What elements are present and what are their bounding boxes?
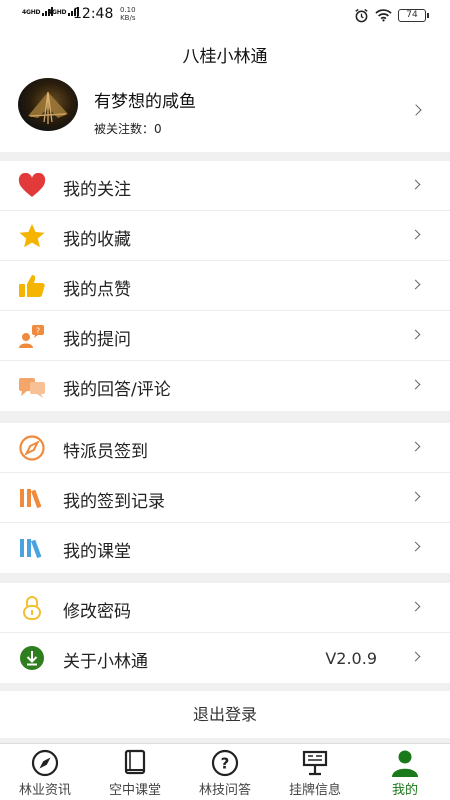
- tab-forestry-news[interactable]: 林业资讯: [0, 744, 90, 800]
- avatar-image: [28, 91, 68, 124]
- menu-label: 我的签到记录: [63, 492, 165, 512]
- chevron-right-icon: [410, 279, 421, 290]
- follower-count: 被关注数：0: [94, 122, 162, 136]
- chevron-right-icon: [410, 379, 421, 390]
- tab-qa[interactable]: ? 林技问答: [180, 744, 270, 800]
- avatar[interactable]: [18, 78, 78, 131]
- compass-icon: [19, 435, 45, 461]
- books-blue-icon: [20, 539, 42, 559]
- user-icon: [392, 750, 418, 777]
- app-version: V2.0.9: [325, 649, 377, 668]
- download-circle-icon: [20, 646, 44, 670]
- menu-item-my-classes[interactable]: 我的课堂: [0, 523, 450, 573]
- menu-item-my-favorites[interactable]: 我的收藏: [0, 211, 450, 261]
- lock-icon: [23, 596, 41, 620]
- menu-label: 我的关注: [63, 180, 131, 200]
- chevron-right-icon: [410, 601, 421, 612]
- page-title: 八桂小林通: [182, 47, 268, 67]
- signboard-icon: [302, 750, 328, 776]
- menu-group-learning: 特派员签到 我的签到记录 我的课堂: [0, 423, 450, 573]
- wifi-icon: [375, 9, 392, 22]
- tab-label: 林技问答: [198, 783, 251, 798]
- tab-air-classroom[interactable]: 空中课堂: [90, 744, 180, 800]
- chevron-right-icon: [410, 329, 421, 340]
- star-icon: [19, 224, 45, 248]
- menu-item-my-likes[interactable]: 我的点赞: [0, 261, 450, 311]
- tab-label: 我的: [391, 783, 418, 798]
- status-bar: 4GHD 4GHD 12:48 0.10 KB/s 74: [0, 0, 450, 30]
- menu-group-activity: 我的关注 我的收藏 我的点赞 ? 我的提问 我的回答/评论: [0, 161, 450, 411]
- chevron-right-icon: [410, 104, 422, 116]
- tab-listings[interactable]: 挂牌信息: [270, 744, 360, 800]
- tab-label: 空中课堂: [108, 783, 161, 798]
- chevron-right-icon: [410, 541, 421, 552]
- menu-label: 修改密码: [63, 602, 131, 622]
- menu-item-my-answers[interactable]: 我的回答/评论: [0, 361, 450, 411]
- bottom-tab-bar: 林业资讯 空中课堂 ? 林技问答 挂牌信息 我的: [0, 743, 450, 800]
- chevron-right-icon: [410, 179, 421, 190]
- menu-label: 我的回答/评论: [63, 380, 171, 400]
- menu-item-my-questions[interactable]: ? 我的提问: [0, 311, 450, 361]
- menu-item-about[interactable]: 关于小林通 V2.0.9: [0, 633, 450, 683]
- menu-item-checkin[interactable]: 特派员签到: [0, 423, 450, 473]
- tab-label: 林业资讯: [18, 783, 71, 798]
- thumbs-up-icon: [19, 275, 45, 297]
- menu-label: 关于小林通: [63, 652, 148, 672]
- menu-label: 特派员签到: [63, 442, 148, 462]
- svg-text:?: ?: [36, 327, 40, 336]
- menu-item-checkin-records[interactable]: 我的签到记录: [0, 473, 450, 523]
- logout-button[interactable]: 退出登录: [0, 691, 450, 738]
- speed-value: 0.10: [120, 6, 136, 14]
- compass-icon: [31, 749, 59, 777]
- signal-label-1: 4GHD: [22, 9, 41, 16]
- speed-unit: KB/s: [120, 14, 136, 22]
- battery-icon: 74: [398, 8, 429, 22]
- menu-item-change-password[interactable]: 修改密码: [0, 583, 450, 633]
- heart-icon: [18, 173, 46, 197]
- tab-mine[interactable]: 我的: [360, 744, 450, 800]
- menu-label: 我的提问: [63, 330, 131, 350]
- chat-bubbles-icon: [19, 378, 45, 398]
- network-speed: 0.10 KB/s: [120, 6, 136, 22]
- chevron-right-icon: [410, 441, 421, 452]
- chevron-right-icon: [410, 229, 421, 240]
- alarm-icon: [355, 8, 368, 22]
- tab-label: 挂牌信息: [288, 783, 341, 798]
- question-circle-icon: ?: [211, 749, 239, 777]
- chevron-right-icon: [410, 651, 421, 662]
- menu-label: 我的收藏: [63, 230, 131, 250]
- book-icon: [124, 749, 146, 775]
- menu-label: 我的课堂: [63, 542, 131, 562]
- menu-group-settings: 修改密码 关于小林通 V2.0.9: [0, 583, 450, 683]
- signal-label-2: 4GHD: [48, 9, 67, 16]
- chevron-right-icon: [410, 491, 421, 502]
- app-header: 八桂小林通: [0, 30, 450, 74]
- profile-card[interactable]: 有梦想的咸鱼 被关注数：0: [0, 74, 450, 152]
- menu-label: 我的点赞: [63, 280, 131, 300]
- svg-text:?: ?: [221, 755, 230, 773]
- books-icon: [20, 489, 42, 509]
- question-user-icon: ?: [19, 325, 44, 348]
- menu-item-my-follows[interactable]: 我的关注: [0, 161, 450, 211]
- username: 有梦想的咸鱼: [94, 92, 196, 112]
- clock: 12:48: [73, 6, 114, 22]
